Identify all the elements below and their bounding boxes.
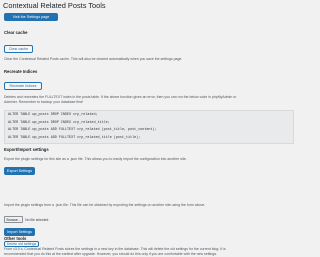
export-import-heading: Export/Import settings xyxy=(4,147,49,152)
export-settings-button[interactable]: Export Settings xyxy=(4,167,35,175)
sql-line: ALTER TABLE wp_posts DROP INDEX crp_rela… xyxy=(8,120,110,125)
file-input[interactable]: Browse... No file selected. xyxy=(4,216,49,223)
tools-page: Contextual Related Posts Tools Visit the… xyxy=(0,0,300,257)
file-status-text: No file selected. xyxy=(25,217,50,222)
export-description: Export the plugin settings for this site… xyxy=(4,157,187,161)
sql-line: ALTER TABLE wp_posts ADD FULLTEXT crp_re… xyxy=(8,128,157,132)
import-description: Import the plugin settings from a .json … xyxy=(4,203,206,207)
clear-cache-button[interactable]: Clear cache xyxy=(4,45,33,53)
sql-line: ALTER TABLE wp_posts ADD FULLTEXT crp_re… xyxy=(8,135,141,140)
import-settings-button[interactable]: Import Settings xyxy=(4,228,35,236)
clear-cache-heading: Clear cache xyxy=(4,30,28,35)
recreate-indices-description-line2: Adminer. Remember to backup your databas… xyxy=(4,100,83,104)
recreate-indices-button[interactable]: Recreate Indices xyxy=(4,82,42,90)
sql-code-block: ALTER TABLE wp_posts DROP INDEX crp_rela… xyxy=(4,110,294,144)
page-title: Contextual Related Posts Tools xyxy=(3,1,106,10)
visit-settings-button[interactable]: Visit the Settings page xyxy=(4,13,58,21)
sql-line: ALTER TABLE wp_posts DROP INDEX crp_rela… xyxy=(8,113,98,117)
clear-cache-description: Clear the Contextual Related Posts cache… xyxy=(4,57,183,61)
browse-button[interactable]: Browse... xyxy=(4,216,24,223)
recreate-indices-heading: Recreate Indices xyxy=(4,69,38,74)
other-tools-description-line2: recommended that you do this at the earl… xyxy=(4,251,218,256)
